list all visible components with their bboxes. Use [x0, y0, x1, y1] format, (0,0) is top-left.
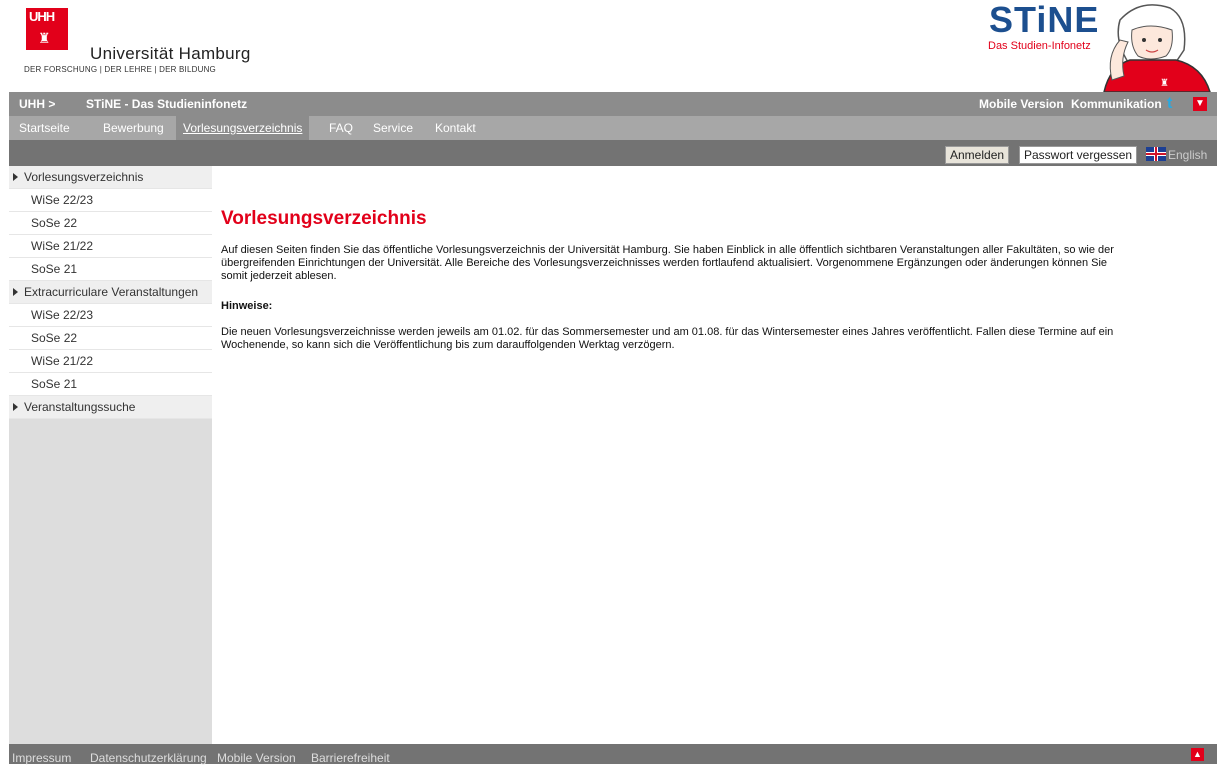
intro-text: Auf diesen Seiten finden Sie das öffentl…	[221, 244, 1114, 282]
triangle-right-icon	[13, 288, 18, 296]
header: UHH ♜ Universität Hamburg DER FORSCHUNG …	[0, 0, 1217, 92]
tab-startseite[interactable]: Startseite	[19, 121, 70, 135]
login-bar: Anmelden Passwort vergessen English	[9, 140, 1217, 166]
footer-mobile-version-link[interactable]: Mobile Version	[217, 751, 296, 765]
login-button[interactable]: Anmelden	[945, 146, 1010, 164]
footer-datenschutz-link[interactable]: Datenschutzerklärung	[90, 751, 207, 765]
sidebar: Vorlesungsverzeichnis WiSe 22/23 SoSe 22…	[9, 166, 212, 744]
sidebar-item-extra-wise-22-23[interactable]: WiSe 22/23	[9, 304, 212, 327]
university-name: Universität Hamburg	[90, 44, 251, 63]
mobile-version-link[interactable]: Mobile Version	[979, 97, 1064, 111]
sidebar-item-sose-21[interactable]: SoSe 21	[9, 258, 212, 281]
tab-vorlesungsverzeichnis[interactable]: Vorlesungsverzeichnis	[176, 116, 310, 140]
triangle-right-icon	[13, 173, 18, 181]
logo-text: UHH	[29, 9, 55, 24]
stine-mascot-icon: ♜	[1103, 4, 1211, 92]
tab-faq[interactable]: FAQ	[329, 121, 353, 135]
university-subtitle: DER FORSCHUNG | DER LEHRE | DER BILDUNG	[24, 65, 216, 74]
tab-service[interactable]: Service	[373, 121, 413, 135]
chevron-up-icon[interactable]: ▲	[1191, 748, 1204, 761]
hint-text: Die neuen Vorlesungsverzeichnisse werden…	[221, 326, 1114, 351]
footer-impressum-link[interactable]: Impressum	[12, 751, 71, 765]
tab-kontakt[interactable]: Kontakt	[435, 121, 476, 135]
uhh-logo[interactable]: UHH ♜	[26, 8, 68, 50]
sidebar-group-veranstaltungssuche[interactable]: Veranstaltungssuche	[9, 396, 212, 419]
hint-heading: Hinweise:	[221, 300, 273, 312]
triangle-right-icon	[13, 403, 18, 411]
twitter-icon[interactable]: t	[1167, 95, 1185, 113]
footer: Impressum Datenschutzerklärung Mobile Ve…	[9, 744, 1217, 765]
page-title: Vorlesungsverzeichnis	[221, 208, 427, 229]
footer-barrierefreiheit-link[interactable]: Barrierefreiheit	[311, 751, 390, 765]
sidebar-item-extra-sose-21[interactable]: SoSe 21	[9, 373, 212, 396]
kommunikation-link[interactable]: Kommunikation	[1071, 97, 1162, 111]
language-english-link[interactable]: English	[1168, 148, 1207, 162]
castle-icon: ♜	[38, 30, 51, 46]
sidebar-group-vorlesungsverzeichnis[interactable]: Vorlesungsverzeichnis	[9, 166, 212, 189]
breadcrumb[interactable]: STiNE - Das Studieninfonetz	[86, 97, 247, 111]
main-nav: Startseite Bewerbung Vorlesungsverzeichn…	[9, 116, 1217, 140]
uhh-breadcrumb-link[interactable]: UHH >	[19, 97, 55, 111]
sidebar-item-extra-wise-21-22[interactable]: WiSe 21/22	[9, 350, 212, 373]
forgot-password-button[interactable]: Passwort vergessen	[1019, 146, 1138, 164]
chevron-down-icon[interactable]: ▼	[1193, 97, 1207, 111]
sidebar-item-sose-22[interactable]: SoSe 22	[9, 212, 212, 235]
tab-bewerbung[interactable]: Bewerbung	[103, 121, 164, 135]
stine-subtitle: Das Studien-Infonetz	[988, 40, 1091, 52]
sidebar-item-wise-22-23[interactable]: WiSe 22/23	[9, 189, 212, 212]
sidebar-item-extra-sose-22[interactable]: SoSe 22	[9, 327, 212, 350]
sidebar-item-wise-21-22[interactable]: WiSe 21/22	[9, 235, 212, 258]
uk-flag-icon[interactable]	[1146, 147, 1166, 161]
top-bar: UHH > STiNE - Das Studieninfonetz Mobile…	[9, 92, 1217, 116]
svg-text:♜: ♜	[1160, 78, 1169, 89]
sidebar-group-extracurriculare[interactable]: Extracurriculare Veranstaltungen	[9, 281, 212, 304]
